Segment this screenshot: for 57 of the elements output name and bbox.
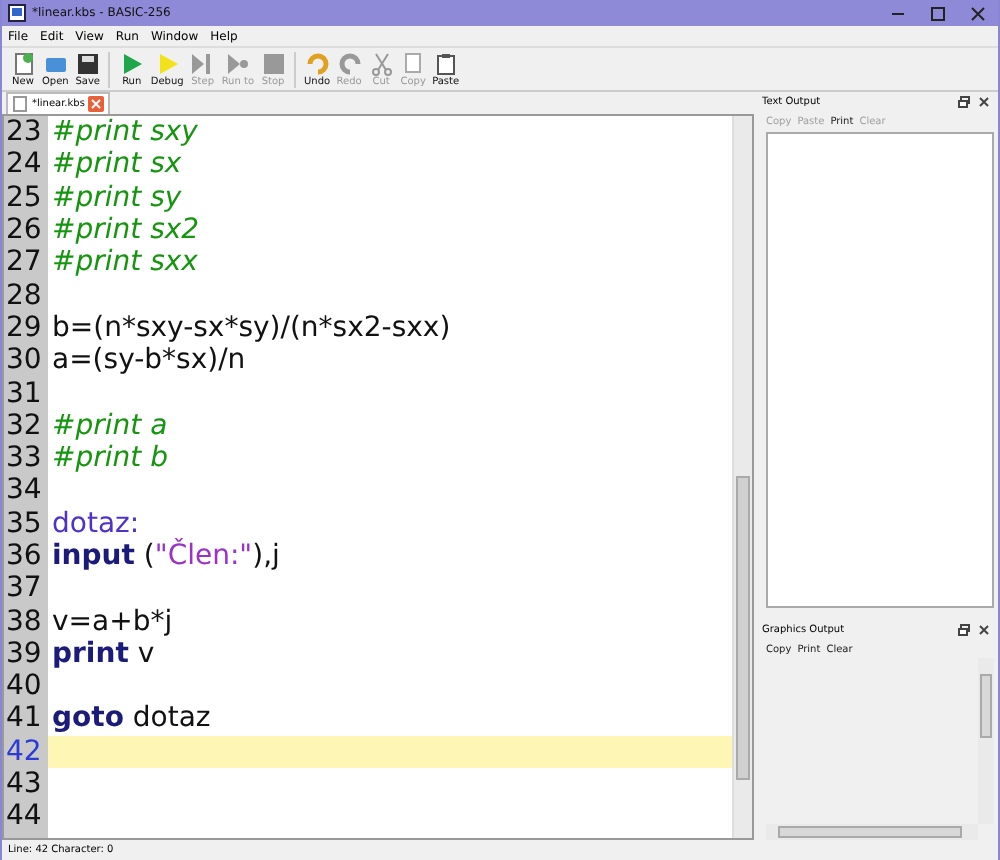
- code-line: goto dotaz: [50, 702, 211, 735]
- maximize-icon[interactable]: [930, 5, 946, 21]
- line-number: 39: [4, 637, 44, 670]
- line-number: 33: [4, 442, 44, 475]
- page-icon: [401, 51, 426, 75]
- code-line: v=a+b*j: [50, 605, 173, 638]
- line-number: 30: [4, 344, 44, 377]
- line-number: 43: [4, 768, 44, 801]
- code-line: #print sxy: [50, 116, 198, 149]
- redo-icon: [337, 51, 362, 75]
- close-icon[interactable]: [978, 624, 990, 636]
- code-line: #print sx: [50, 148, 182, 181]
- scrollbar[interactable]: [978, 658, 994, 824]
- step-icon: [190, 51, 215, 75]
- code-line: b=(n*sxy-sx*sy)/(n*sx2-sxx): [50, 311, 451, 344]
- new-file-icon: [11, 51, 35, 75]
- line-number: 42: [4, 735, 44, 768]
- line-number: 24: [4, 148, 44, 181]
- code-line: dotaz:: [50, 507, 140, 540]
- close-icon[interactable]: [970, 5, 986, 21]
- code-line: #print sy: [50, 181, 182, 214]
- line-number: 38: [4, 605, 44, 638]
- code-line: input ("Člen:"),j: [50, 540, 280, 572]
- line-number: 31: [4, 377, 44, 410]
- line-number: 25: [4, 181, 44, 214]
- stop-icon: [261, 51, 286, 75]
- float-icon[interactable]: [958, 96, 970, 108]
- line-number: 34: [4, 474, 44, 507]
- float-icon[interactable]: [958, 624, 970, 636]
- code-line: a=(sy-b*sx)/n: [50, 344, 246, 377]
- line-number: 37: [4, 572, 44, 605]
- line-number: 40: [4, 670, 44, 703]
- close-icon[interactable]: [978, 96, 990, 108]
- code-line: print v: [50, 637, 155, 670]
- line-number: 32: [4, 409, 44, 442]
- line-number: 29: [4, 311, 44, 344]
- line-number: 26: [4, 214, 44, 247]
- line-number: 35: [4, 507, 44, 540]
- line-number: 36: [4, 540, 44, 572]
- code-line: #print b: [50, 442, 168, 475]
- undo-icon: [305, 51, 330, 75]
- line-number: 27: [4, 246, 44, 279]
- clipboard-icon: [433, 51, 458, 75]
- code-line: #print sxx: [50, 246, 198, 279]
- scrollbar[interactable]: [732, 116, 752, 838]
- scrollbar[interactable]: [766, 824, 978, 840]
- scissors-icon: [369, 51, 394, 75]
- line-number: 44: [4, 800, 44, 833]
- play-icon: [155, 51, 180, 75]
- play-icon: [119, 51, 144, 75]
- app-icon: [8, 4, 26, 22]
- code-line: #print sx2: [50, 214, 200, 247]
- line-number: 23: [4, 116, 44, 149]
- line-number: 28: [4, 279, 44, 312]
- line-number: 41: [4, 702, 44, 735]
- code-line: #print a: [50, 409, 168, 442]
- play-dot-icon: [225, 51, 250, 75]
